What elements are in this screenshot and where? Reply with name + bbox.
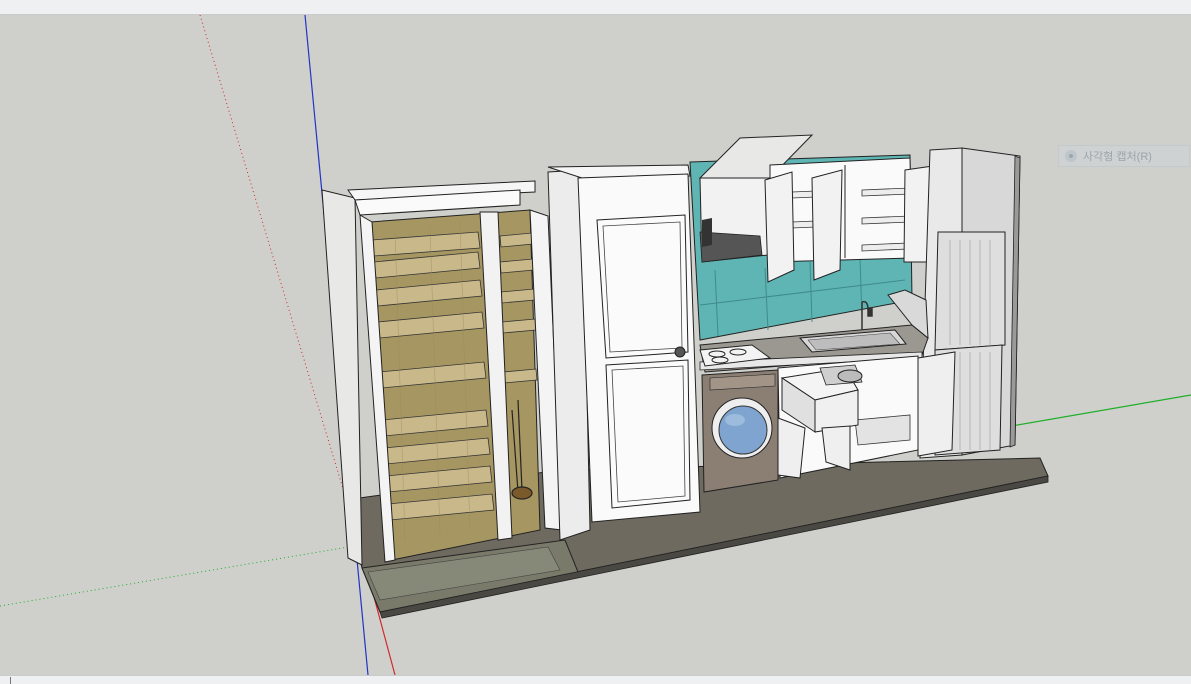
green-axis	[999, 394, 1191, 429]
capture-tooltip[interactable]: 사각형 캡처(R)	[1058, 145, 1190, 167]
door-knob	[674, 346, 686, 358]
tall-door-column[interactable]	[547, 164, 701, 541]
base-cabinets[interactable]	[777, 351, 956, 479]
kitchen-model-scene[interactable]	[0, 15, 1191, 675]
model-viewport[interactable]: 사각형 캡처(R)	[0, 15, 1191, 675]
base-door-left	[777, 417, 806, 479]
base-door-right	[917, 351, 956, 457]
capture-icon	[1065, 150, 1077, 162]
upper-door-1	[764, 171, 795, 283]
capture-label: 사각형 캡처(R)	[1083, 151, 1152, 163]
washing-machine[interactable]	[701, 369, 779, 493]
upper-door-2	[811, 169, 843, 281]
pantry-cabinet[interactable]	[321, 180, 563, 566]
toolbar	[0, 0, 1191, 15]
green-axis-dotted	[0, 544, 361, 607]
